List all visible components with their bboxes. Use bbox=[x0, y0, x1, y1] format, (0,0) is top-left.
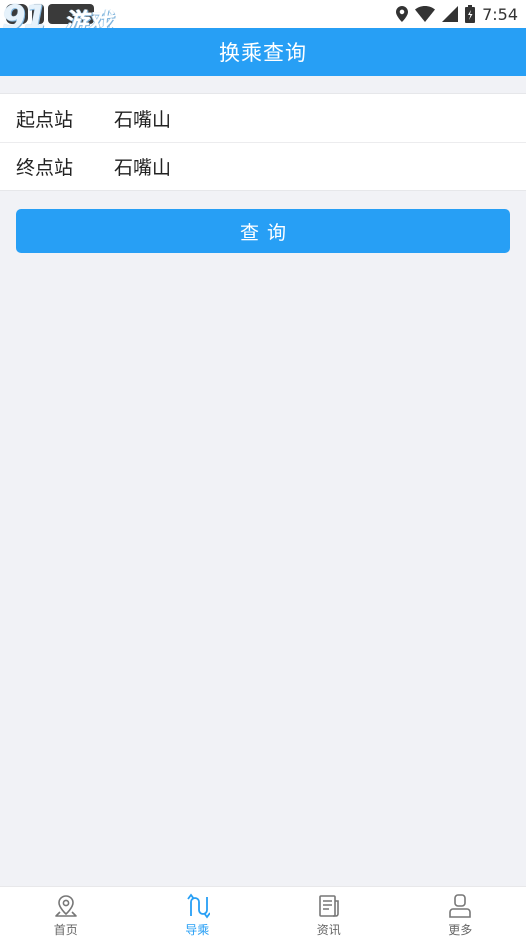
query-button[interactable]: 查询 bbox=[16, 209, 510, 253]
status-right: 7:54 bbox=[396, 2, 518, 26]
start-station-label: 起点站 bbox=[16, 108, 74, 131]
tab-home[interactable]: 首页 bbox=[0, 887, 132, 942]
status-bar: 7:54 bbox=[0, 0, 526, 28]
battery-icon bbox=[465, 5, 476, 23]
end-station-input[interactable] bbox=[114, 146, 510, 187]
notification-icon bbox=[6, 4, 28, 24]
title-bar: 换乘查询 bbox=[0, 28, 526, 76]
notification-icon bbox=[32, 4, 44, 24]
status-notification-icons bbox=[6, 2, 94, 26]
tab-news[interactable]: 资讯 bbox=[263, 887, 395, 942]
start-station-row: 起点站 bbox=[0, 94, 526, 142]
tab-news-label: 资讯 bbox=[316, 923, 341, 937]
notification-icon bbox=[48, 4, 94, 24]
map-pin-icon bbox=[54, 895, 77, 917]
user-icon bbox=[449, 894, 472, 918]
tab-home-label: 首页 bbox=[53, 923, 78, 937]
signal-icon bbox=[442, 6, 459, 22]
tab-more-label: 更多 bbox=[448, 923, 473, 937]
tab-guide[interactable]: 导乘 bbox=[132, 887, 264, 942]
page-title: 换乘查询 bbox=[219, 41, 307, 65]
end-station-label: 终点站 bbox=[16, 157, 74, 179]
wifi-icon bbox=[415, 6, 436, 22]
news-icon bbox=[318, 895, 339, 917]
end-station-row: 终点站 bbox=[0, 142, 526, 190]
bottom-tab-bar: 首页 导乘 资讯 更多 bbox=[0, 886, 526, 942]
start-station-input[interactable] bbox=[114, 98, 510, 138]
route-form: 起点站 终点站 bbox=[0, 93, 526, 191]
clock: 7:54 bbox=[482, 4, 518, 24]
location-icon bbox=[396, 6, 409, 22]
route-icon bbox=[187, 893, 211, 919]
tab-guide-label: 导乘 bbox=[185, 923, 210, 937]
tab-more[interactable]: 更多 bbox=[395, 887, 526, 942]
